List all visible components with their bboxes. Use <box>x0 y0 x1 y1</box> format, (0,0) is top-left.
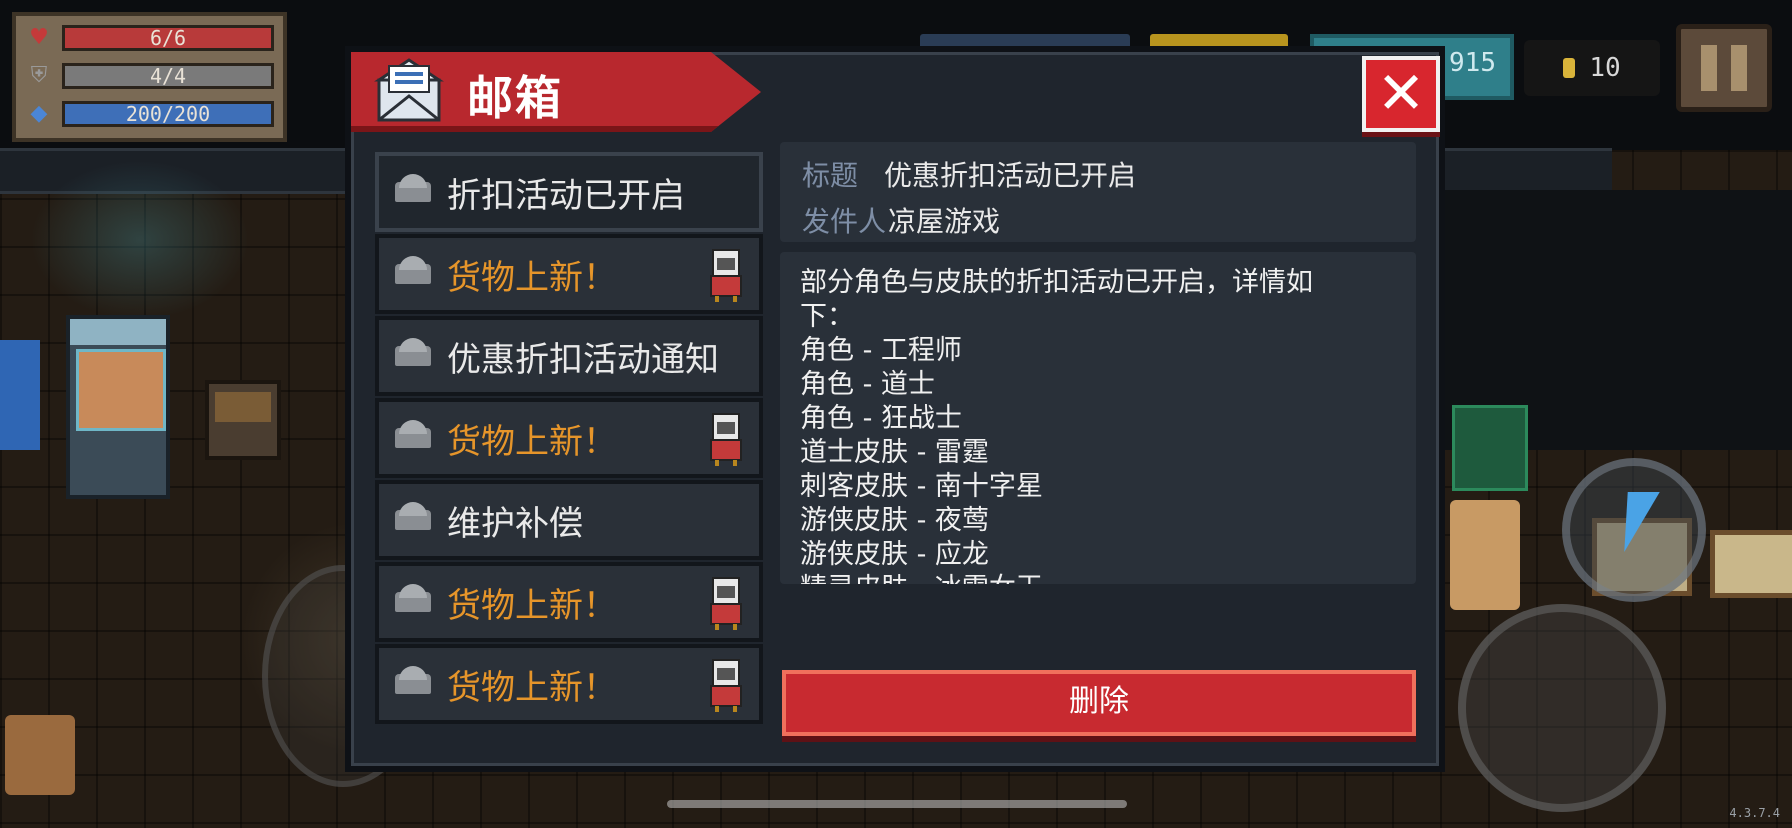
mail-item[interactable]: 折扣活动已开启 <box>375 152 763 232</box>
close-button[interactable]: ✕ <box>1362 56 1440 132</box>
mail-title-field: 标题 优惠折扣活动已开启 <box>802 154 1136 194</box>
mail-item[interactable]: 货物上新！ <box>375 234 763 314</box>
player-character <box>0 340 40 450</box>
mail-item[interactable]: 货物上新！ <box>375 398 763 478</box>
mail-item[interactable]: 货物上新！ <box>375 562 763 642</box>
treasure-chest <box>205 380 281 460</box>
wall-painting <box>1710 530 1792 598</box>
mail-detail-header: 标题 优惠折扣活动已开启 发件人凉屋游戏 <box>780 142 1416 242</box>
mail-open-icon <box>395 584 431 612</box>
coin-count: 10 <box>1589 53 1621 83</box>
mail-item[interactable]: 优惠折扣活动通知 <box>375 316 763 396</box>
shield-icon: ⛨ <box>30 63 48 88</box>
mail-item-label: 优惠折扣活动通知 <box>447 339 719 380</box>
mail-open-icon <box>395 174 431 202</box>
mail-open-icon <box>395 256 431 284</box>
sender-label: 发件人 <box>802 205 887 238</box>
vending-machine <box>1452 405 1528 491</box>
mail-body-text: 部分角色与皮肤的折扣活动已开启，详情如 下： 角色 - 工程师 角色 - 道士 … <box>800 267 1313 584</box>
title-value: 优惠折扣活动已开启 <box>884 159 1137 192</box>
mail-item[interactable]: 维护补偿 <box>375 480 763 560</box>
pause-button[interactable] <box>1676 24 1772 112</box>
coin-icon <box>1563 58 1576 78</box>
mailbox-header: 邮箱 <box>351 52 761 132</box>
ambient-light <box>30 160 250 320</box>
pause-icon <box>1701 45 1717 91</box>
gift-icon <box>710 659 742 712</box>
gift-icon <box>710 249 742 302</box>
version-label: 4.3.7.4 <box>1729 806 1780 820</box>
mail-sender-field: 发件人凉屋游戏 <box>802 200 1000 240</box>
hp-bar: 6/6 <box>62 25 274 51</box>
mail-open-icon <box>395 420 431 448</box>
sender-value: 凉屋游戏 <box>888 205 1001 238</box>
skill-button[interactable] <box>1562 458 1706 602</box>
delete-button[interactable]: 删除 <box>782 670 1416 736</box>
heart-icon: ♥ <box>29 25 49 50</box>
attack-button[interactable] <box>1458 604 1666 812</box>
player-stats-panel: ♥ 6/6 ⛨ 4/4 ◆ 200/200 <box>12 12 287 142</box>
home-indicator <box>667 800 1127 808</box>
gift-icon <box>710 413 742 466</box>
gift-icon <box>710 577 742 630</box>
mail-list[interactable]: 折扣活动已开启 货物上新！ 优惠折扣活动通知 货物上新！ 维护补偿 货物上新！ … <box>375 152 763 742</box>
gashapon-machine <box>66 315 170 499</box>
pet-character <box>5 715 75 795</box>
mail-open-icon <box>395 338 431 366</box>
npc-character <box>1450 500 1520 610</box>
mail-item[interactable]: 货物上新！ <box>375 644 763 724</box>
mail-open-icon <box>395 666 431 694</box>
mailbox-title: 邮箱 <box>467 71 563 125</box>
title-label: 标题 <box>802 159 859 192</box>
envelope-icon <box>374 58 444 122</box>
mailbox-dialog: 邮箱 ✕ 折扣活动已开启 货物上新！ 优惠折扣活动通知 货物上新！ 维护补偿 货… <box>345 46 1445 772</box>
mail-open-icon <box>395 502 431 530</box>
energy-bar: 200/200 <box>62 101 274 127</box>
coin-counter: 10 <box>1524 40 1660 96</box>
mail-item-label: 维护补偿 <box>447 503 583 544</box>
mail-body-panel[interactable]: 部分角色与皮肤的折扣活动已开启，详情如 下： 角色 - 工程师 角色 - 道士 … <box>780 252 1416 584</box>
diamond-icon: ◆ <box>30 101 48 126</box>
armor-bar: 4/4 <box>62 63 274 89</box>
mail-item-label: 折扣活动已开启 <box>447 175 685 216</box>
